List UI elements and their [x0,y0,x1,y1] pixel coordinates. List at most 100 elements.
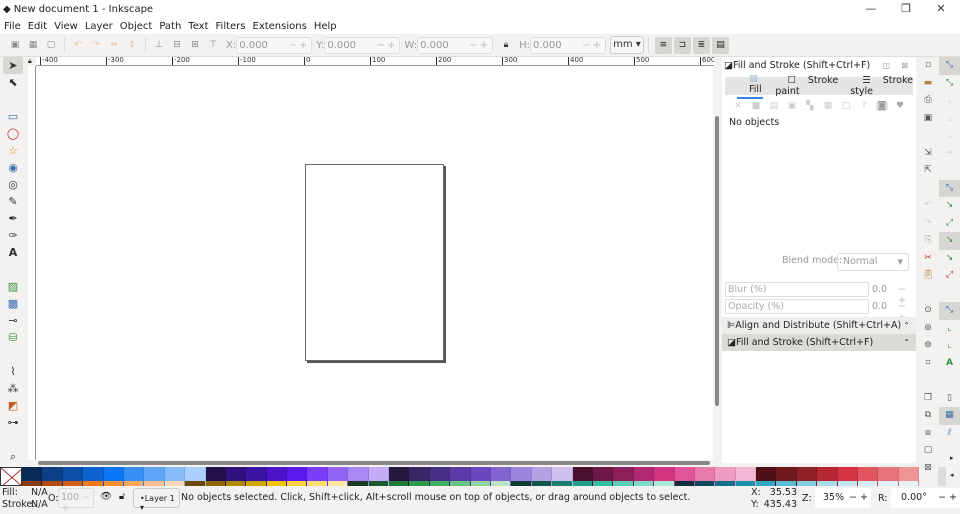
spray-tool-icon[interactable]: ⁂ [3,380,23,397]
snap-rotation-centers-icon[interactable]: ⌞ [939,337,960,355]
tweak-tool-icon[interactable]: ⌇ [3,363,23,380]
w-input[interactable]: 0.000 [420,40,449,51]
fill-rule-nonzero-icon[interactable]: ♥ [894,101,906,111]
color-swatch[interactable] [511,467,532,486]
text-tool-icon[interactable]: A [3,244,23,261]
pattern-icon[interactable]: ▚ [804,101,816,111]
color-swatch[interactable] [654,467,675,486]
dock-float-icon[interactable]: ◫ [882,61,890,70]
color-swatch[interactable] [327,467,349,486]
color-swatch[interactable] [123,467,145,486]
color-swatch[interactable] [776,467,797,486]
dock-close-icon[interactable]: ⊠ [901,61,908,70]
fill-rule-evenodd-icon[interactable]: ◙ [876,101,888,111]
flat-color-icon[interactable]: ■ [750,101,762,111]
pencil-tool-icon[interactable]: ✎ [3,193,23,210]
color-swatch[interactable] [858,467,879,486]
color-swatch[interactable] [572,467,593,486]
restore-button[interactable]: ❐ [889,0,923,18]
snap-bbox-corner-icon[interactable]: ⌟ [939,110,960,128]
node-tool-icon[interactable]: ⬉ [3,74,23,91]
save-icon[interactable]: ▣ [918,110,938,128]
color-swatch[interactable] [185,467,206,486]
clone-icon[interactable]: ⧉ [918,407,938,425]
scale-stroke-icon[interactable]: ≡ [654,36,672,54]
raise-to-top-icon[interactable]: ⊤ [204,40,222,50]
opacity-slider[interactable]: Opacity (%) [725,299,869,314]
color-swatch[interactable] [470,467,491,486]
dropper-tool-icon[interactable]: ⊸ [3,312,23,329]
lower-icon[interactable]: ⊟ [168,40,186,50]
menu-extensions[interactable]: Extensions [253,21,307,32]
export-icon[interactable]: ⇱ [918,162,938,180]
menu-filters[interactable]: Filters [216,21,246,32]
open-icon[interactable]: ▬ [918,75,938,93]
color-swatch[interactable] [735,467,757,486]
flip-horizontal-icon[interactable]: ⇔ [105,40,123,50]
zoom-page-icon[interactable]: ⊛ [918,337,938,355]
snap-object-midpoints-icon[interactable]: ⌞ [939,320,960,338]
ellipse-tool-icon[interactable]: ◯ [3,125,23,142]
snap-toggle-icon[interactable]: ⤡ [939,57,960,75]
color-swatch[interactable] [307,467,328,486]
snap-page-border-icon[interactable]: ▯ [939,390,960,408]
group-icon[interactable]: ▢ [918,442,938,460]
print-icon[interactable]: ⎙ [918,92,938,110]
gradient-tool-icon[interactable]: ▨ [3,278,23,295]
vertical-scrollbar[interactable] [713,66,721,460]
snap-bbox-center-icon[interactable]: → [939,145,960,163]
guide-lock-icon[interactable]: 🔒︎ [28,57,36,66]
snap-others-icon[interactable]: ⤡ [939,302,960,320]
color-swatch[interactable] [531,467,553,486]
opacity-input[interactable]: 100 −+ [58,488,94,514]
select-all-icon[interactable]: ▣ [6,40,24,50]
tab-fill[interactable]: ▨ Fill [737,73,764,99]
snap-line-midpoints-icon[interactable]: ⤢ [939,267,960,285]
color-swatch[interactable] [225,467,247,486]
fill-stroke-panel-tab[interactable]: ◪Fill and Stroke (Shift+Ctrl+F) ⌃ [722,334,916,351]
color-swatch[interactable] [837,467,859,486]
zoom-tool-icon[interactable]: ⌕ [3,448,23,465]
lock-ratio-icon[interactable]: 🔒︎ [497,40,515,50]
3d-box-tool-icon[interactable]: ◉ [3,159,23,176]
h-field[interactable]: H: 0.000 −+ [519,36,606,54]
eraser-tool-icon[interactable]: ◩ [3,397,23,414]
color-swatch[interactable] [368,467,390,486]
vertical-ruler[interactable] [28,66,36,460]
no-paint-icon[interactable]: ✕ [732,101,744,111]
blur-slider[interactable]: Blur (%) [725,282,869,297]
snap-bbox-icon[interactable]: ⤡ [939,75,960,93]
minimize-button[interactable]: — [854,0,888,18]
w-field[interactable]: W: 0.000 −+ [404,36,494,54]
color-swatch[interactable] [266,467,288,486]
color-swatch[interactable] [613,467,634,486]
deselect-icon[interactable]: ▢ [42,40,60,50]
y-field[interactable]: Y: 0.000 −+ [316,36,401,54]
color-swatch[interactable] [103,467,124,486]
color-swatch[interactable] [246,467,267,486]
star-tool-icon[interactable]: ☆ [3,142,23,159]
close-button[interactable]: ✕ [924,0,958,18]
snap-cusp-nodes-icon[interactable]: ↘ [939,232,960,250]
rotate-ccw-icon[interactable]: ↶ [69,40,87,50]
color-swatch[interactable] [694,467,716,486]
snap-smooth-nodes-icon[interactable]: ↘ [939,250,960,268]
selector-tool-icon[interactable]: ➤ [3,57,23,74]
copy-icon[interactable]: ⎘ [918,232,938,250]
color-swatch[interactable] [592,467,614,486]
color-swatch[interactable] [83,467,104,486]
color-swatch[interactable] [715,467,736,486]
horizontal-scrollbar[interactable] [36,460,713,467]
layer-dropdown[interactable]: •Layer 1 ▾ [133,488,180,512]
menu-object[interactable]: Object [120,21,153,32]
radial-gradient-icon[interactable]: ▣ [786,101,798,111]
undo-icon[interactable]: ↶ [918,197,938,215]
paint-bucket-tool-icon[interactable]: ⛁ [3,329,23,346]
menu-layer[interactable]: Layer [85,21,113,32]
zoom-page-width-icon[interactable]: ⌗ [918,355,938,373]
select-all-layers-icon[interactable]: ▦ [24,40,42,50]
mesh-gradient-icon[interactable]: ▦ [822,101,834,111]
menu-path[interactable]: Path [159,21,181,32]
linear-gradient-icon[interactable]: ▤ [768,101,780,111]
mesh-tool-icon[interactable]: ▩ [3,295,23,312]
